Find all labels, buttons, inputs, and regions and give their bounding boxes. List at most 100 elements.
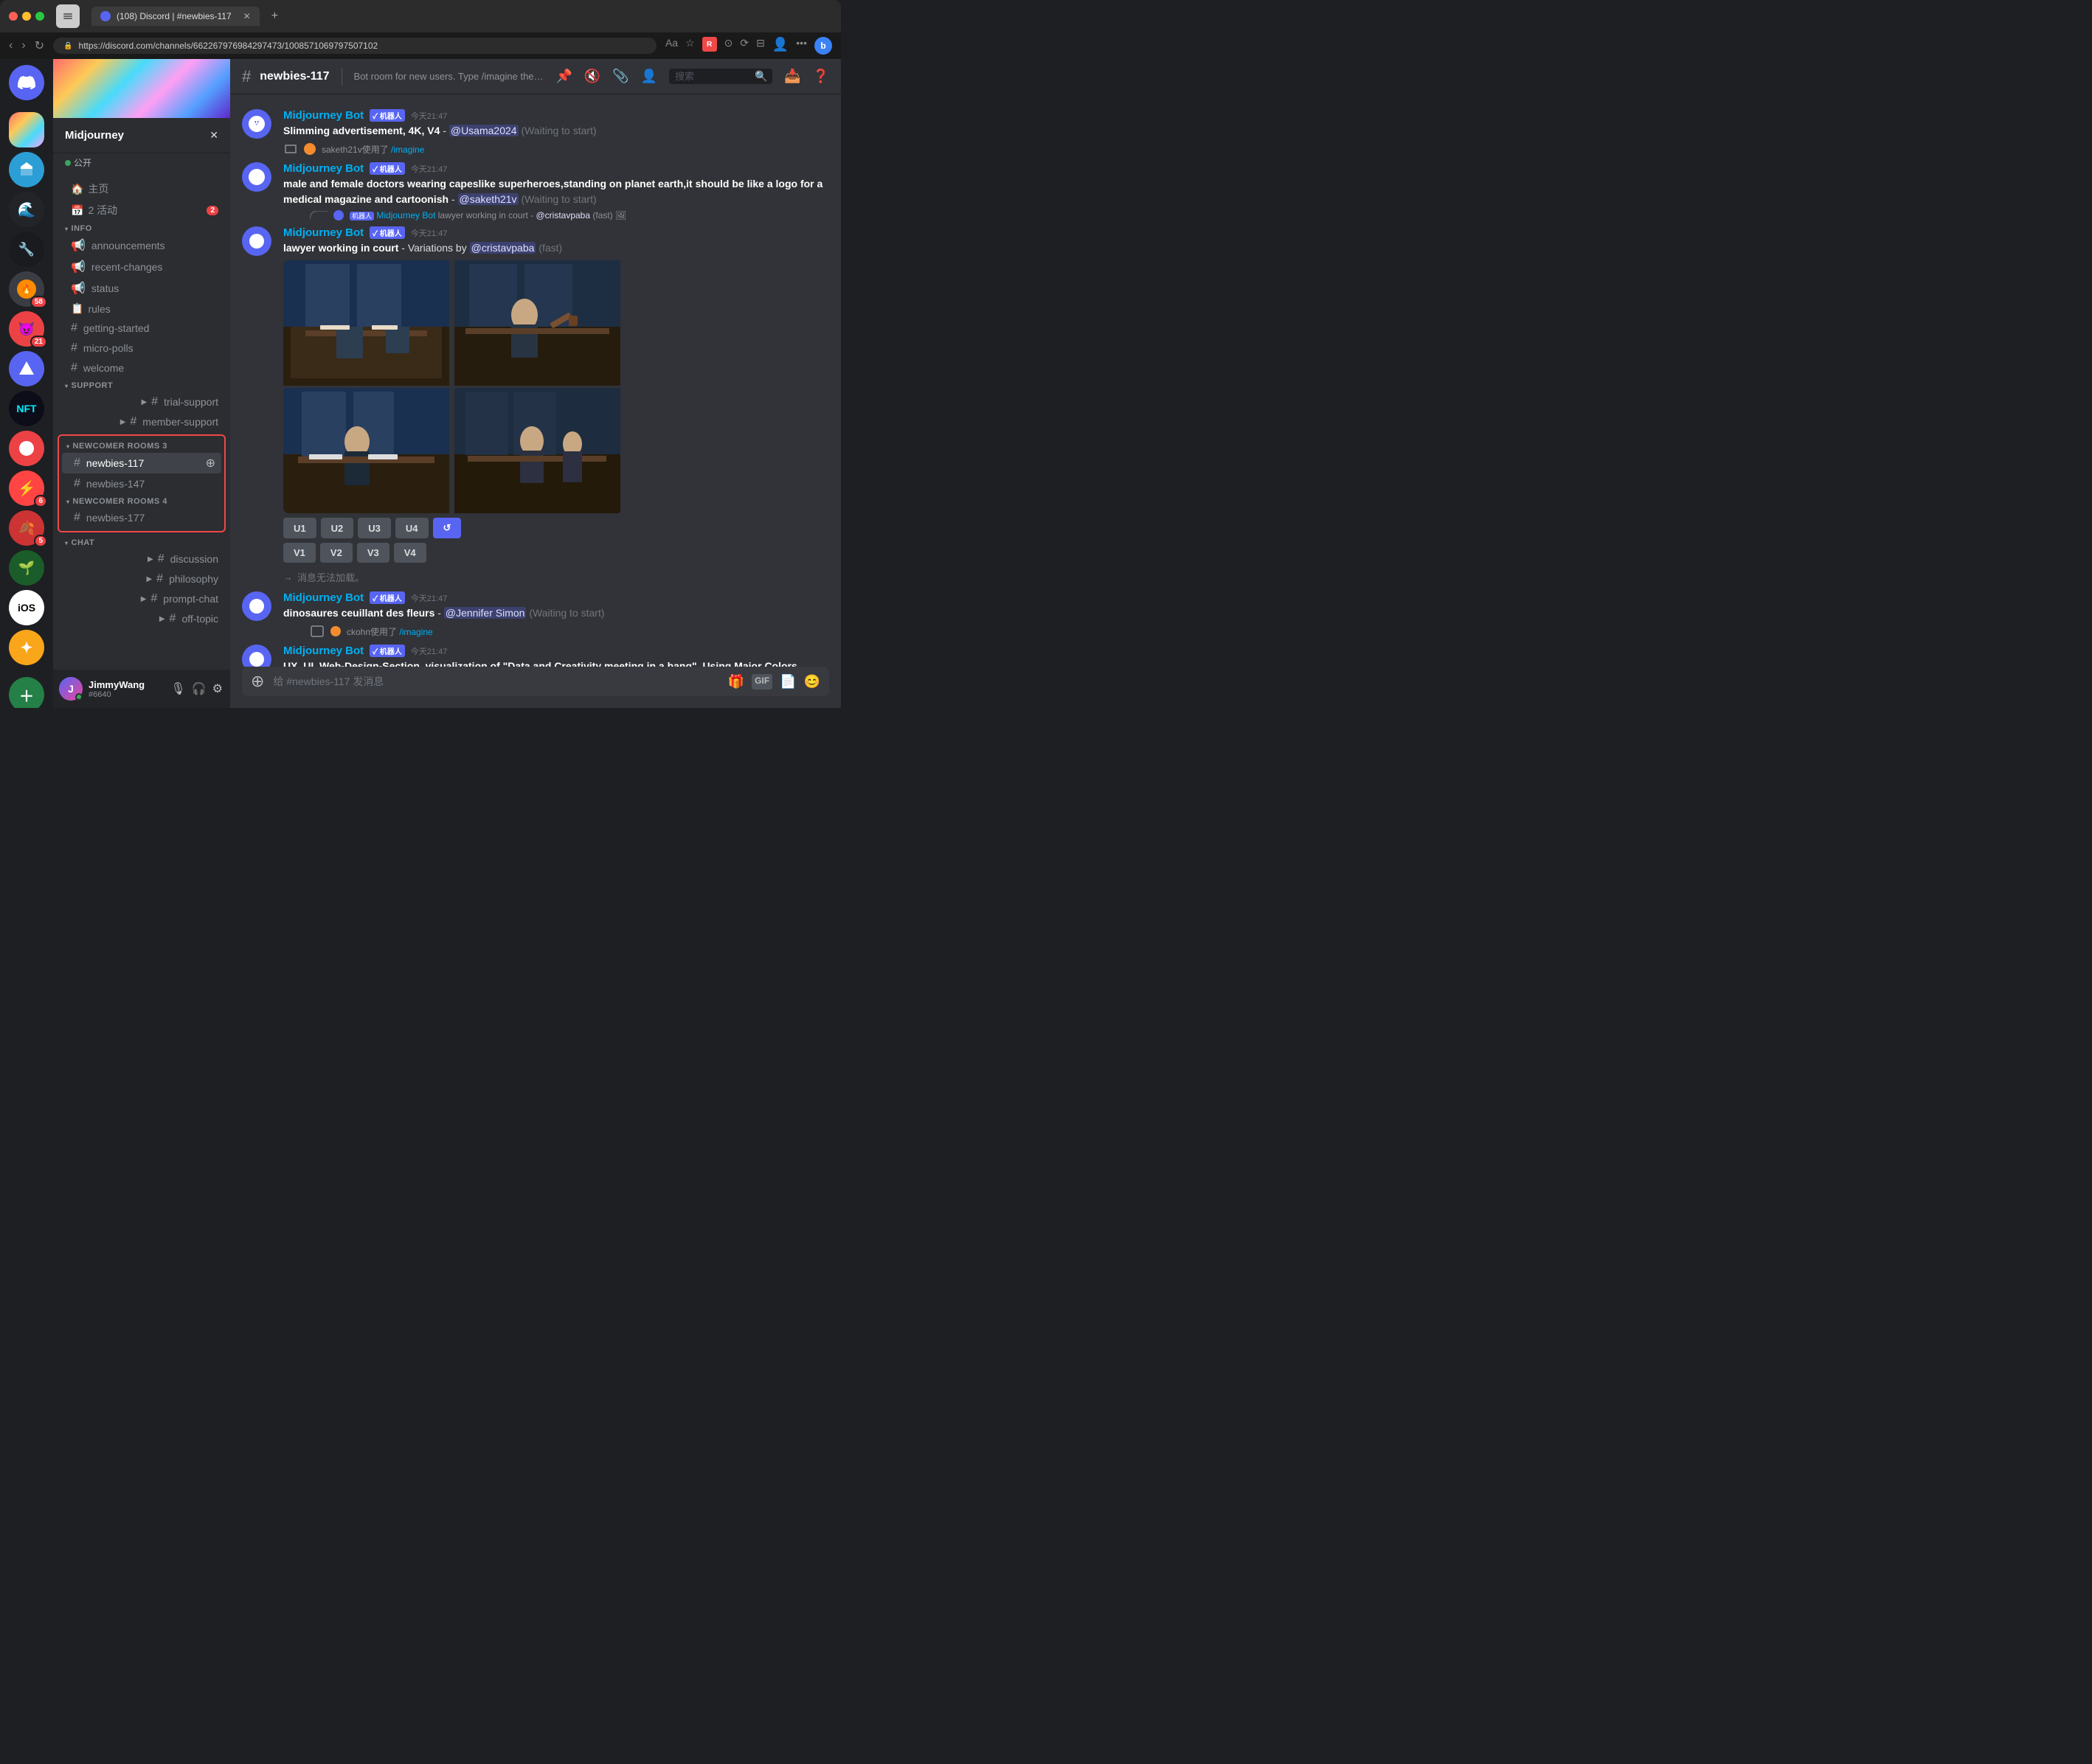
- mute-button[interactable]: 🎙: [169, 680, 187, 698]
- section-header-support[interactable]: ▾ SUPPORT: [53, 378, 230, 392]
- channel-name-member-support: member-support: [142, 416, 218, 428]
- mute-channel-icon[interactable]: 🔇: [584, 69, 600, 84]
- pin-icon[interactable]: 📌: [555, 69, 572, 84]
- emoji-icon[interactable]: 😊: [804, 674, 820, 690]
- section-header-info[interactable]: ▾ INFO: [53, 221, 230, 235]
- browser-tab[interactable]: (108) Discord | #newbies-117 ✕: [91, 7, 260, 26]
- upscale-2-button[interactable]: U2: [321, 518, 354, 538]
- verified-tag-4: ✓ 机器人: [370, 591, 405, 604]
- minimize-button[interactable]: [22, 12, 31, 21]
- generated-image-3[interactable]: [283, 388, 449, 513]
- variation-2-button[interactable]: V2: [320, 543, 353, 563]
- server-icon-11[interactable]: 🍂 5: [9, 510, 44, 546]
- tab-close-button[interactable]: ✕: [243, 11, 251, 21]
- gif-button[interactable]: GIF: [752, 674, 772, 690]
- generated-image-1[interactable]: [283, 260, 449, 386]
- sidebar-item-announcements[interactable]: 📢 announcements: [59, 235, 224, 256]
- add-member-icon[interactable]: 👤: [641, 69, 657, 84]
- section-header-newcomer3[interactable]: ▾ NEWCOMER ROOMS 3: [59, 439, 224, 452]
- error-message: → 消息无法加载。: [230, 569, 841, 586]
- message-input[interactable]: [273, 667, 718, 696]
- sidebar-item-micro-polls[interactable]: # micro-polls: [59, 338, 224, 358]
- back-button[interactable]: ‹: [9, 39, 13, 52]
- section-header-newcomer4[interactable]: ▾ NEWCOMER ROOMS 4: [59, 494, 224, 507]
- server-icon-7[interactable]: [9, 351, 44, 386]
- pin-icon-2[interactable]: 📎: [612, 69, 628, 84]
- message-author-ux[interactable]: Midjourney Bot: [283, 645, 364, 657]
- add-attachment-button[interactable]: ⊕: [251, 672, 264, 691]
- settings-button[interactable]: ⚙: [211, 680, 224, 698]
- server-icon-5[interactable]: 🔥 58: [9, 271, 44, 307]
- server-icon-nft[interactable]: NFT: [9, 391, 44, 426]
- upscale-4-button[interactable]: U4: [395, 518, 429, 538]
- message-author-lawyer[interactable]: Midjourney Bot: [283, 226, 364, 239]
- sidebar-item-trial-support[interactable]: ▶ # trial-support: [59, 392, 224, 412]
- add-member-icon[interactable]: ⊕: [206, 456, 215, 470]
- variation-4-button[interactable]: V4: [394, 543, 426, 563]
- section-header-chat[interactable]: ▾ CHAT: [53, 535, 230, 549]
- inbox-icon[interactable]: 📥: [784, 69, 800, 84]
- refresh-button[interactable]: ↺: [433, 518, 462, 538]
- sidebar-item-newbies-117[interactable]: # newbies-117 ⊕: [62, 453, 221, 473]
- server-icon-3[interactable]: 🌊: [9, 192, 44, 227]
- upscale-3-button[interactable]: U3: [358, 518, 391, 538]
- search-input[interactable]: [675, 71, 749, 82]
- server-icon-ios[interactable]: iOS: [9, 590, 44, 625]
- close-button[interactable]: [9, 12, 18, 21]
- variation-3-button[interactable]: V3: [357, 543, 389, 563]
- server-header[interactable]: Midjourney ✕: [53, 118, 230, 153]
- more-options-button[interactable]: •••: [796, 37, 807, 55]
- server-icon-10[interactable]: ⚡ 6: [9, 470, 44, 506]
- channel-name-recent-changes: recent-changes: [91, 261, 163, 273]
- channel-name-newbies-117: newbies-117: [86, 457, 144, 469]
- generated-image-2[interactable]: [454, 260, 620, 386]
- server-icon-2[interactable]: [9, 152, 44, 187]
- sidebar-item-status[interactable]: 📢 status: [59, 278, 224, 299]
- translate-icon[interactable]: Aa: [665, 37, 678, 55]
- upscale-1-button[interactable]: U1: [283, 518, 316, 538]
- sidebar-item-welcome[interactable]: # welcome: [59, 358, 224, 378]
- ckohn-avatar: [330, 626, 341, 636]
- server-icon-14[interactable]: ✦: [9, 630, 44, 665]
- server-icon-4[interactable]: 🔧: [9, 232, 44, 267]
- gift-icon[interactable]: 🎁: [728, 674, 744, 690]
- server-icon-midjourney[interactable]: [9, 112, 44, 147]
- maximize-button[interactable]: [35, 12, 44, 21]
- server-icon-red[interactable]: [9, 431, 44, 466]
- generated-image-4[interactable]: [454, 388, 620, 513]
- sidebar-item-newbies-177[interactable]: # newbies-177: [62, 508, 221, 527]
- ext-icon-2[interactable]: ⊙: [724, 37, 733, 55]
- refresh-icon[interactable]: ⟳: [740, 37, 749, 55]
- reload-button[interactable]: ↻: [35, 38, 44, 53]
- forward-button[interactable]: ›: [21, 39, 25, 52]
- sidebar-item-member-support[interactable]: ▶ # member-support: [59, 412, 224, 431]
- add-server-button[interactable]: ＋: [9, 677, 44, 708]
- sidebar-item-discussion[interactable]: ▶ # discussion: [59, 549, 224, 569]
- sidebar-item-rules[interactable]: 📋 rules: [59, 299, 224, 318]
- search-box[interactable]: 🔍: [669, 69, 772, 84]
- sidebar-item-home[interactable]: 🏠 主页: [59, 178, 224, 199]
- activity-label: 2 活动: [88, 203, 117, 218]
- variation-1-button[interactable]: V1: [283, 543, 316, 563]
- sidebar-item-getting-started[interactable]: # getting-started: [59, 319, 224, 338]
- sticker-icon[interactable]: 📄: [780, 674, 796, 690]
- sidebar-item-newbies-147[interactable]: # newbies-147: [62, 474, 221, 493]
- deafen-button[interactable]: 🎧: [190, 680, 208, 698]
- server-icon-6[interactable]: 😈 21: [9, 311, 44, 347]
- sidebar-item-prompt-chat[interactable]: ▶ # prompt-chat: [59, 589, 224, 608]
- hash-icon: #: [71, 341, 77, 355]
- url-bar[interactable]: 🔒 https://discord.com/channels/662267976…: [53, 38, 657, 54]
- help-icon[interactable]: ❓: [813, 69, 829, 84]
- message-author-dino[interactable]: Midjourney Bot: [283, 591, 364, 604]
- sidebar-item-off-topic[interactable]: ▶ # off-topic: [59, 609, 224, 628]
- sidebar-item-activity[interactable]: 📅 2 活动 2: [59, 200, 224, 220]
- sidebar-item-recent-changes[interactable]: 📢 recent-changes: [59, 257, 224, 277]
- sidebar-item-philosophy[interactable]: ▶ # philosophy: [59, 569, 224, 588]
- message-author[interactable]: Midjourney Bot: [283, 109, 364, 122]
- server-icon-12[interactable]: 🌱: [9, 550, 44, 586]
- split-view-icon[interactable]: ⊟: [756, 37, 765, 55]
- star-icon[interactable]: ☆: [685, 37, 695, 55]
- new-tab-button[interactable]: +: [271, 10, 278, 23]
- message-author-2[interactable]: Midjourney Bot: [283, 162, 364, 175]
- discord-home-button[interactable]: [9, 65, 44, 100]
